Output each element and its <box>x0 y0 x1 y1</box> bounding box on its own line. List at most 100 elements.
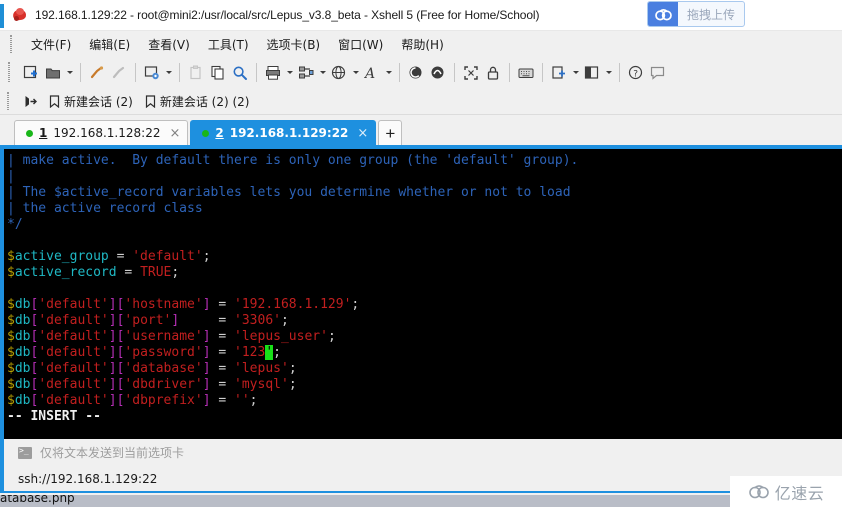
terminal-token: = <box>108 249 133 264</box>
terminal-token: ; <box>288 361 297 376</box>
session-tab-1[interactable]: 1 192.168.1.128:22 × <box>14 120 189 145</box>
bookmark-item-2[interactable]: 新建会话 (2) (2) <box>139 91 256 112</box>
open-folder-dropdown-arrow[interactable] <box>64 62 75 84</box>
bookmark-item-1[interactable]: 新建会话 (2) <box>43 91 139 112</box>
terminal-token: | <box>7 169 15 184</box>
terminal-token: = <box>179 313 235 328</box>
lock-icon[interactable] <box>482 62 504 84</box>
tab-1-number: 1 <box>39 126 48 140</box>
terminal-token: ; <box>327 329 336 344</box>
menu-edit[interactable]: 编辑(E) <box>80 33 139 56</box>
tab-1-close-icon[interactable]: × <box>169 127 180 140</box>
terminal-line: $db['default']['port'] = '3306'; <box>7 313 842 329</box>
add-layout-dropdown-arrow[interactable] <box>570 62 581 84</box>
connect-icon[interactable] <box>86 62 108 84</box>
terminal-token: 'username' <box>124 329 203 344</box>
menu-tools[interactable]: 工具(T) <box>199 33 258 56</box>
print-icon[interactable] <box>262 62 284 84</box>
transfer-file-dropdown-arrow[interactable] <box>317 62 328 84</box>
toolbar-grip[interactable] <box>8 62 10 82</box>
terminal-token: | the active record class <box>7 201 203 216</box>
terminal-token: 'default' <box>38 345 109 360</box>
find-icon[interactable] <box>229 62 251 84</box>
menu-bar: 文件(F) 编辑(E) 查看(V) 工具(T) 选项卡(B) 窗口(W) 帮助(… <box>0 31 842 57</box>
terminal-token: db <box>14 361 31 376</box>
keyboard-icon[interactable] <box>515 62 537 84</box>
terminal-token: ][ <box>108 345 125 360</box>
send-text-bar[interactable]: 仅将文本发送到当前选项卡 <box>0 439 842 466</box>
terminal-token: ] <box>202 361 211 376</box>
terminal-token: ; <box>171 265 180 280</box>
session-tab-2[interactable]: 2 192.168.1.129:22 × <box>190 120 377 145</box>
tab-bar: 1 192.168.1.128:22 × 2 192.168.1.129:22 … <box>0 116 842 145</box>
help-icon[interactable]: ? <box>625 62 647 84</box>
terminal-token: TRUE <box>140 265 172 280</box>
menu-window[interactable]: 窗口(W) <box>329 33 392 56</box>
bookmark-icon <box>49 94 60 108</box>
transfer-file-icon[interactable] <box>295 62 317 84</box>
new-tab-button[interactable]: + <box>378 120 403 145</box>
terminal-token: $ <box>7 249 15 264</box>
split-layout-icon[interactable] <box>581 62 603 84</box>
terminal-token: db <box>14 297 31 312</box>
terminal-token: $ <box>7 377 15 392</box>
add-layout-icon[interactable] <box>548 62 570 84</box>
paste-plain-icon[interactable] <box>185 62 207 84</box>
globe-encoding-icon[interactable] <box>328 62 350 84</box>
terminal-token: | The $active_record variables lets you … <box>7 185 571 200</box>
terminal-line: $db['default']['database'] = 'lepus'; <box>7 361 842 377</box>
terminal-token: 'default' <box>38 297 109 312</box>
bookmark-jump-icon[interactable] <box>18 93 43 110</box>
terminal-token: 'default' <box>38 377 109 392</box>
log-icon[interactable] <box>405 62 427 84</box>
font-icon[interactable]: A <box>361 62 383 84</box>
toolbar-separator <box>399 63 400 82</box>
disconnect-icon[interactable] <box>108 62 130 84</box>
terminal-token: 'default' <box>38 361 109 376</box>
terminal-token: $ <box>7 329 15 344</box>
compose-icon[interactable] <box>427 62 449 84</box>
terminal-token: | make active. By default there is only … <box>7 153 579 168</box>
session-properties-dropdown-arrow[interactable] <box>163 62 174 84</box>
print-dropdown-arrow[interactable] <box>284 62 295 84</box>
terminal-token: active_record <box>14 265 117 280</box>
drag-upload-button[interactable]: 拖拽上传 <box>647 1 745 27</box>
terminal-token: $ <box>7 393 15 408</box>
terminal-token: */ <box>7 217 23 232</box>
svg-text:A: A <box>364 66 375 81</box>
window-title: 192.168.1.129:22 - root@mini2:/usr/local… <box>35 8 540 22</box>
taskbar-item-database-php[interactable]: atabase.php <box>0 495 75 505</box>
terminal-token: ] <box>202 393 211 408</box>
terminal-token: 'default' <box>38 329 109 344</box>
new-session-icon[interactable] <box>20 62 42 84</box>
menu-tabs[interactable]: 选项卡(B) <box>258 33 330 56</box>
terminal-pane[interactable]: | make active. By default there is only … <box>0 145 842 439</box>
copy-icon[interactable] <box>207 62 229 84</box>
cloud-upload-icon <box>648 2 678 26</box>
font-dropdown-arrow[interactable] <box>383 62 394 84</box>
globe-encoding-dropdown-arrow[interactable] <box>350 62 361 84</box>
tab-2-label: 192.168.1.129:22 <box>229 126 349 140</box>
session-properties-icon[interactable] <box>141 62 163 84</box>
menu-view[interactable]: 查看(V) <box>139 33 199 56</box>
terminal-token: ] <box>202 377 211 392</box>
fullscreen-icon[interactable] <box>460 62 482 84</box>
feedback-icon[interactable] <box>647 62 669 84</box>
menu-file[interactable]: 文件(F) <box>22 33 80 56</box>
bookmark-grip[interactable] <box>7 92 9 110</box>
split-layout-dropdown-arrow[interactable] <box>603 62 614 84</box>
bookmark-item-2-label: 新建会话 (2) (2) <box>159 94 250 109</box>
terminal-token: $ <box>7 361 15 376</box>
bookmark-bar: 新建会话 (2) 新建会话 (2) (2) <box>0 88 842 115</box>
menu-grip[interactable] <box>10 35 12 53</box>
terminal-token: db <box>14 393 31 408</box>
status-bar-url: ssh://192.168.1.129:22 <box>18 471 158 486</box>
toolbar-separator <box>509 63 510 82</box>
menu-help[interactable]: 帮助(H) <box>392 33 452 56</box>
main-toolbar: A ? <box>0 57 842 88</box>
open-folder-icon[interactable] <box>42 62 64 84</box>
terminal-line: | The $active_record variables lets you … <box>7 185 842 201</box>
terminal-line: $db['default']['dbprefix'] = ''; <box>7 393 842 409</box>
tab-2-close-icon[interactable]: × <box>357 127 368 140</box>
terminal-token: ][ <box>108 361 125 376</box>
